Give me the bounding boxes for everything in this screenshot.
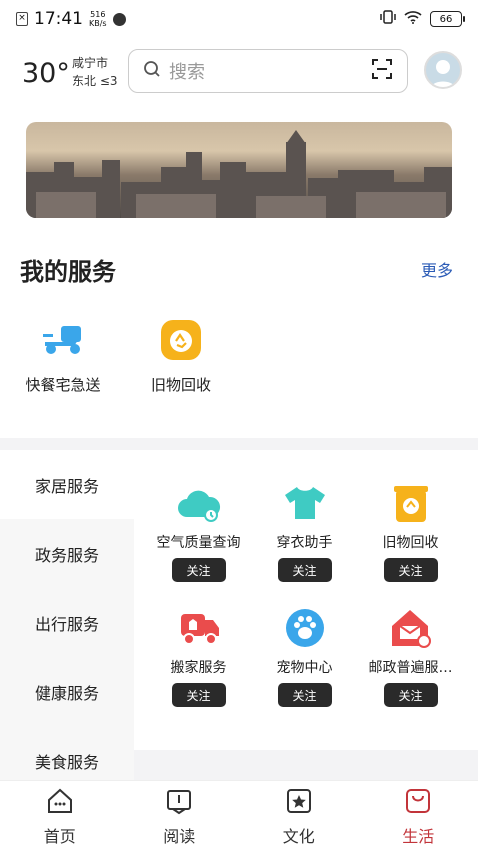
tab-home[interactable]: 首页	[0, 781, 120, 850]
star-box-icon	[285, 787, 313, 819]
follow-button[interactable]: 关注	[277, 558, 332, 582]
moving-truck-icon	[176, 605, 222, 651]
category-list: 家居服务 政务服务 出行服务 健康服务 美食服务	[0, 450, 134, 780]
tab-label: 文化	[282, 827, 315, 846]
air-quality-icon	[176, 480, 222, 526]
paw-icon	[282, 605, 328, 651]
tab-life[interactable]: 生活	[359, 781, 478, 850]
category-home[interactable]: 家居服务	[0, 450, 134, 519]
battery-icon: 66	[430, 11, 465, 27]
tab-label: 阅读	[163, 827, 196, 846]
follow-button[interactable]: 关注	[277, 683, 332, 707]
status-bar: × 17:41 516 KB/s 66	[0, 0, 478, 38]
tile-clothing[interactable]: 穿衣助手 关注	[247, 480, 362, 582]
tile-recycle[interactable]: 旧物回收 关注	[353, 480, 468, 582]
grid-footer-gap	[134, 750, 478, 780]
postal-house-icon	[388, 605, 434, 651]
service-delivery[interactable]: 快餐宅急送	[13, 318, 113, 395]
tile-postal[interactable]: 邮政普遍服… 关注	[353, 605, 468, 707]
search-placeholder: 搜索	[169, 62, 205, 83]
weather-location: 咸宁市 东北 ≤3	[72, 54, 118, 90]
service-label: 旧物回收	[150, 376, 211, 394]
notification-icon: ×	[16, 12, 28, 26]
tile-label: 空气质量查询	[156, 535, 241, 551]
header: 30° 咸宁市 东北 ≤3 搜索	[0, 44, 478, 100]
tile-label: 穿衣助手	[276, 535, 333, 551]
service-label: 快餐宅急送	[25, 376, 101, 394]
tab-culture[interactable]: 文化	[239, 781, 359, 850]
wind-info: 东北 ≤3	[72, 74, 118, 88]
tab-label: 首页	[43, 827, 76, 846]
clock: 17:41	[34, 9, 83, 29]
follow-button[interactable]: 关注	[171, 558, 226, 582]
search-bar[interactable]: 搜索	[128, 49, 408, 93]
bottom-tab-bar: 首页 阅读 文化 生活	[0, 780, 478, 850]
follow-button[interactable]: 关注	[171, 683, 226, 707]
service-recycle[interactable]: 旧物回收	[131, 318, 231, 395]
delivery-scooter-icon	[41, 318, 85, 362]
home-icon	[46, 787, 74, 819]
category-travel[interactable]: 出行服务	[0, 588, 134, 657]
recycle-bin-icon	[388, 480, 434, 526]
vibrate-icon	[380, 9, 396, 30]
app-status-icon	[112, 12, 126, 26]
category-health[interactable]: 健康服务	[0, 657, 134, 726]
follow-button[interactable]: 关注	[383, 683, 438, 707]
tab-read[interactable]: 阅读	[120, 781, 240, 850]
tile-pet[interactable]: 宠物中心 关注	[247, 605, 362, 707]
tab-label: 生活	[402, 827, 435, 846]
city-banner[interactable]	[26, 122, 452, 218]
tile-moving[interactable]: 搬家服务 关注	[141, 605, 256, 707]
book-icon	[165, 787, 193, 819]
temperature: 30°	[22, 58, 70, 89]
tile-label: 宠物中心	[276, 660, 333, 676]
search-icon	[143, 60, 161, 82]
net-speed: 516 KB/s	[89, 10, 107, 28]
bag-icon	[404, 787, 432, 819]
scan-icon[interactable]	[371, 58, 393, 84]
city-name: 咸宁市	[72, 56, 109, 70]
tile-label: 搬家服务	[170, 660, 227, 676]
tile-air-quality[interactable]: 空气质量查询 关注	[141, 480, 256, 582]
service-grid: 空气质量查询 关注 穿衣助手 关注 旧物回收 关注 搬家服务 关注 宠物中心 关…	[134, 450, 478, 750]
wifi-icon	[404, 9, 422, 29]
section-divider	[0, 438, 478, 450]
more-link[interactable]: 更多	[421, 257, 453, 281]
recycle-icon	[159, 318, 203, 362]
follow-button[interactable]: 关注	[383, 558, 438, 582]
tshirt-icon	[282, 480, 328, 526]
my-services-title: 我的服务	[20, 258, 116, 286]
avatar[interactable]	[424, 51, 462, 89]
tile-label: 旧物回收	[382, 535, 439, 551]
tile-label: 邮政普遍服…	[368, 660, 453, 676]
category-government[interactable]: 政务服务	[0, 519, 134, 588]
